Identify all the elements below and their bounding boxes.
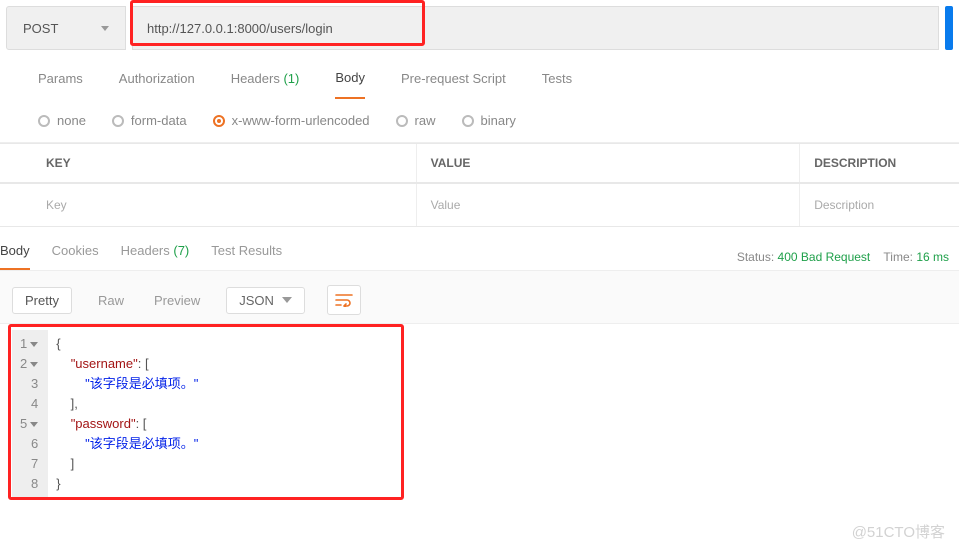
url-text: http://127.0.0.1:8000/users/login xyxy=(147,21,333,36)
status-line: Status: 400 Bad Request Time: 16 ms xyxy=(737,250,949,264)
tab-resp-cookies[interactable]: Cookies xyxy=(52,243,99,270)
tab-prerequest[interactable]: Pre-request Script xyxy=(401,71,506,98)
tab-params[interactable]: Params xyxy=(38,71,83,98)
http-method-value: POST xyxy=(23,21,58,36)
url-input[interactable]: http://127.0.0.1:8000/users/login xyxy=(132,6,939,50)
tab-resp-tests[interactable]: Test Results xyxy=(211,243,282,270)
line-gutter: 1 2 3 4 5 6 7 8 xyxy=(12,330,48,498)
format-select[interactable]: JSON xyxy=(226,287,305,314)
chevron-down-icon xyxy=(101,26,109,31)
kv-header-row: KEY VALUE DESCRIPTION xyxy=(0,143,959,183)
key-input[interactable]: Key xyxy=(32,184,416,226)
view-mode-row: Pretty Raw Preview JSON xyxy=(0,270,959,324)
radio-none[interactable]: none xyxy=(38,113,86,128)
view-raw[interactable]: Raw xyxy=(94,287,128,314)
radio-raw[interactable]: raw xyxy=(396,113,436,128)
tab-resp-body[interactable]: Body xyxy=(0,243,30,270)
wrap-lines-button[interactable] xyxy=(327,285,361,315)
description-input[interactable]: Description xyxy=(799,184,959,226)
response-body[interactable]: 1 2 3 4 5 6 7 8 { "username": [ "该字段是必填项… xyxy=(12,330,947,498)
col-description: DESCRIPTION xyxy=(799,144,959,182)
http-method-select[interactable]: POST xyxy=(6,6,126,50)
chevron-down-icon xyxy=(282,297,292,303)
response-tabs: Body Cookies Headers (7) Test Results xyxy=(0,243,282,270)
tab-resp-headers[interactable]: Headers (7) xyxy=(121,243,190,270)
json-code: { "username": [ "该字段是必填项。" ], "password"… xyxy=(48,330,206,498)
radio-binary[interactable]: binary xyxy=(462,113,516,128)
radio-x-www-form-urlencoded[interactable]: x-www-form-urlencoded xyxy=(213,113,370,128)
tab-authorization[interactable]: Authorization xyxy=(119,71,195,98)
view-pretty[interactable]: Pretty xyxy=(12,287,72,314)
request-tabs: Params Authorization Headers (1) Body Pr… xyxy=(0,50,959,99)
tab-tests[interactable]: Tests xyxy=(542,71,572,98)
col-key: KEY xyxy=(32,144,416,182)
radio-form-data[interactable]: form-data xyxy=(112,113,187,128)
view-preview[interactable]: Preview xyxy=(150,287,204,314)
watermark: @51CTO博客 xyxy=(852,521,945,542)
send-button[interactable] xyxy=(945,6,953,50)
kv-input-row: Key Value Description xyxy=(0,183,959,227)
col-value: VALUE xyxy=(416,144,800,182)
body-type-row: none form-data x-www-form-urlencoded raw… xyxy=(0,99,959,143)
tab-body[interactable]: Body xyxy=(335,70,365,99)
value-input[interactable]: Value xyxy=(416,184,800,226)
tab-headers[interactable]: Headers (1) xyxy=(231,71,300,98)
